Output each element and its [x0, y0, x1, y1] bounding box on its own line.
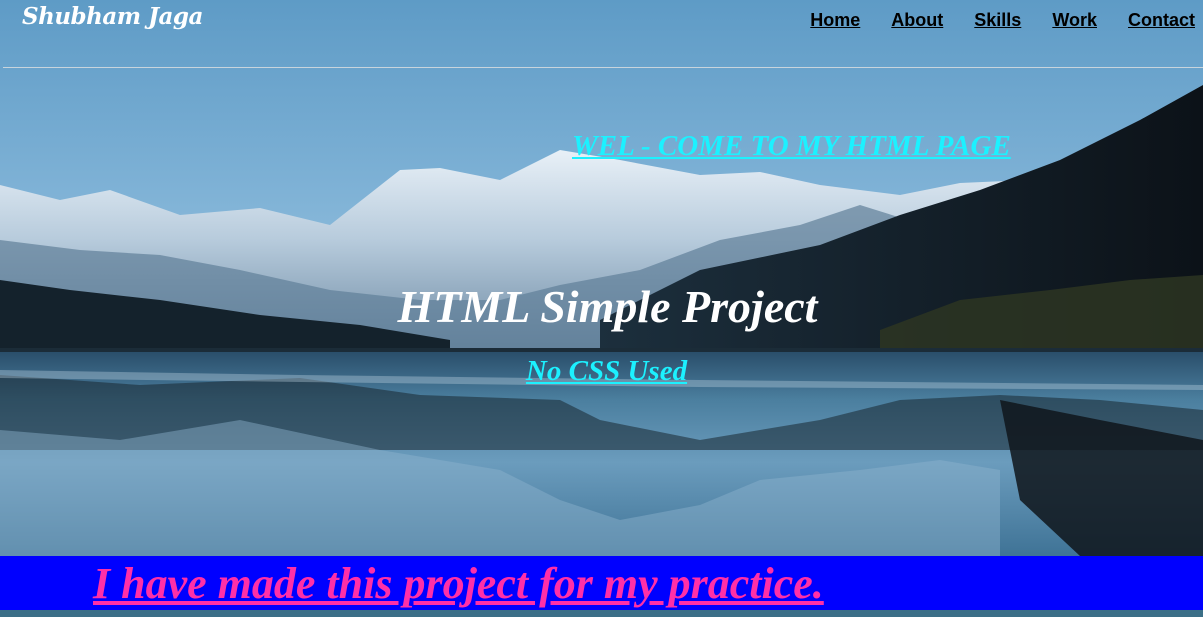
- welcome-heading-link[interactable]: WEL - COME TO MY HTML PAGE: [572, 130, 1011, 163]
- hero-title: HTML Simple Project: [397, 281, 818, 332]
- nav-link-home[interactable]: Home: [810, 10, 860, 31]
- nav-link-work[interactable]: Work: [1052, 10, 1097, 31]
- header-divider: [3, 67, 1203, 68]
- background-landscape-image: [0, 0, 1203, 556]
- nav-link-skills[interactable]: Skills: [974, 10, 1021, 31]
- bottom-banner: I have made this project for my practice…: [0, 556, 1203, 610]
- banner-text-link[interactable]: I have made this project for my practice…: [93, 558, 824, 609]
- top-navigation: Home About Skills Work Contact: [810, 10, 1195, 31]
- hero-subtitle-link[interactable]: No CSS Used: [5, 355, 1203, 388]
- site-logo-text: Shubham Jaga: [22, 3, 203, 30]
- nav-link-about[interactable]: About: [891, 10, 943, 31]
- page: Shubham Jaga Home About Skills Work Cont…: [0, 0, 1203, 617]
- bottom-strip: [0, 610, 1203, 617]
- nav-link-contact[interactable]: Contact: [1128, 10, 1195, 31]
